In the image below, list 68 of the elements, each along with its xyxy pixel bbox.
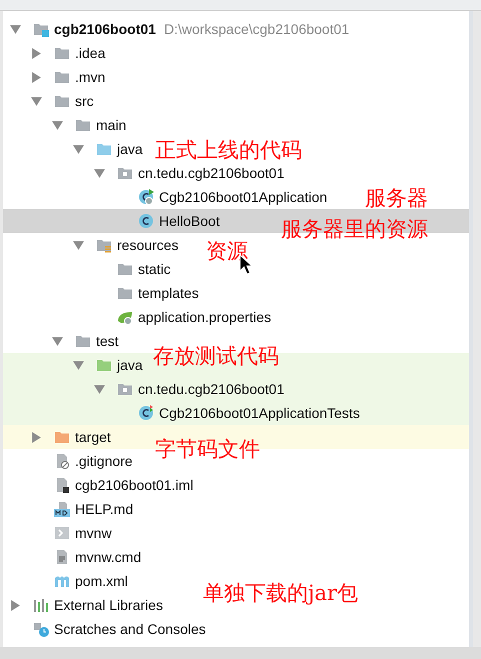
tree-item[interactable]: main <box>96 116 126 134</box>
folder-icon <box>117 285 133 301</box>
annotation: 服务器里的资源 <box>281 217 428 241</box>
tree-item[interactable]: cn.tedu.cgb2106boot01 <box>138 380 284 398</box>
annotation: 服务器 <box>365 186 428 210</box>
tree-item[interactable]: Scratches and Consoles <box>54 620 206 638</box>
tree-item[interactable]: src <box>75 92 94 110</box>
tree-item[interactable]: templates <box>138 284 199 302</box>
tree-item[interactable]: Cgb2106boot01Application <box>159 188 328 206</box>
collapse-arrow-icon[interactable] <box>94 168 105 178</box>
collapse-arrow-icon[interactable] <box>73 360 84 370</box>
tree-item[interactable]: java <box>117 356 143 374</box>
scratches-icon <box>33 621 49 637</box>
tree-item[interactable]: static <box>138 260 171 278</box>
class-icon <box>138 213 154 229</box>
annotation: 正式上线的代码 <box>155 138 302 162</box>
tree-item[interactable]: .mvn <box>75 68 106 86</box>
tree-item[interactable]: mvnw.cmd <box>75 548 142 566</box>
package-icon <box>117 165 133 181</box>
class-icon <box>138 405 154 421</box>
folder-icon <box>54 69 70 85</box>
tree-item[interactable]: pom.xml <box>75 572 128 590</box>
file-icon <box>54 453 70 469</box>
expand-arrow-icon[interactable] <box>10 600 21 610</box>
collapse-arrow-icon[interactable] <box>52 120 63 130</box>
collapse-arrow-icon[interactable] <box>31 96 42 106</box>
project-path: D:\workspace\cgb2106boot01 <box>164 21 350 37</box>
expand-arrow-icon[interactable] <box>31 72 42 82</box>
module-icon <box>33 21 49 37</box>
file-icon <box>54 477 70 493</box>
class-icon <box>138 189 154 205</box>
leaf-icon <box>117 309 133 325</box>
folder-icon <box>75 117 91 133</box>
folder-icon <box>117 261 133 277</box>
libraries-icon <box>33 597 49 613</box>
expand-arrow-icon[interactable] <box>31 48 42 58</box>
folder-icon <box>96 141 112 157</box>
folder-icon <box>54 45 70 61</box>
tree-item[interactable]: .gitignore <box>75 452 133 470</box>
tree-item[interactable]: cn.tedu.cgb2106boot01 <box>138 164 284 182</box>
annotation: 存放测试代码 <box>153 344 279 368</box>
collapse-arrow-icon[interactable] <box>52 336 63 346</box>
tree-item[interactable]: External Libraries <box>54 596 163 614</box>
terminal-icon <box>54 525 70 541</box>
expand-arrow-icon[interactable] <box>31 432 42 442</box>
folder-icon <box>54 93 70 109</box>
tree-item[interactable]: target <box>75 428 111 446</box>
collapse-arrow-icon[interactable] <box>73 240 84 250</box>
tree-item[interactable]: .idea <box>75 44 106 62</box>
tree-item[interactable]: test <box>96 332 119 350</box>
tree-item[interactable]: resources <box>117 236 178 254</box>
collapse-arrow-icon[interactable] <box>94 384 105 394</box>
collapse-arrow-icon[interactable] <box>73 144 84 154</box>
tree-item[interactable]: HELP.md <box>75 500 134 518</box>
markdown-file-icon <box>54 501 70 517</box>
tree-item[interactable]: Cgb2106boot01ApplicationTests <box>159 404 360 422</box>
tree-item[interactable]: java <box>117 140 143 158</box>
tree-item[interactable]: application.properties <box>138 308 272 326</box>
folder-icon <box>75 333 91 349</box>
collapse-arrow-icon[interactable] <box>10 24 21 34</box>
folder-icon <box>96 237 112 253</box>
tree-item[interactable]: HelloBoot <box>159 212 220 230</box>
annotation: 字节码文件 <box>155 437 260 461</box>
tree-item[interactable]: mvnw <box>75 524 112 542</box>
tree-item[interactable]: cgb2106boot01.iml <box>75 476 194 494</box>
annotation: 单独下载的jar包 <box>203 581 358 605</box>
file-icon <box>54 549 70 565</box>
tree-item[interactable]: cgb2106boot01 <box>54 20 156 38</box>
